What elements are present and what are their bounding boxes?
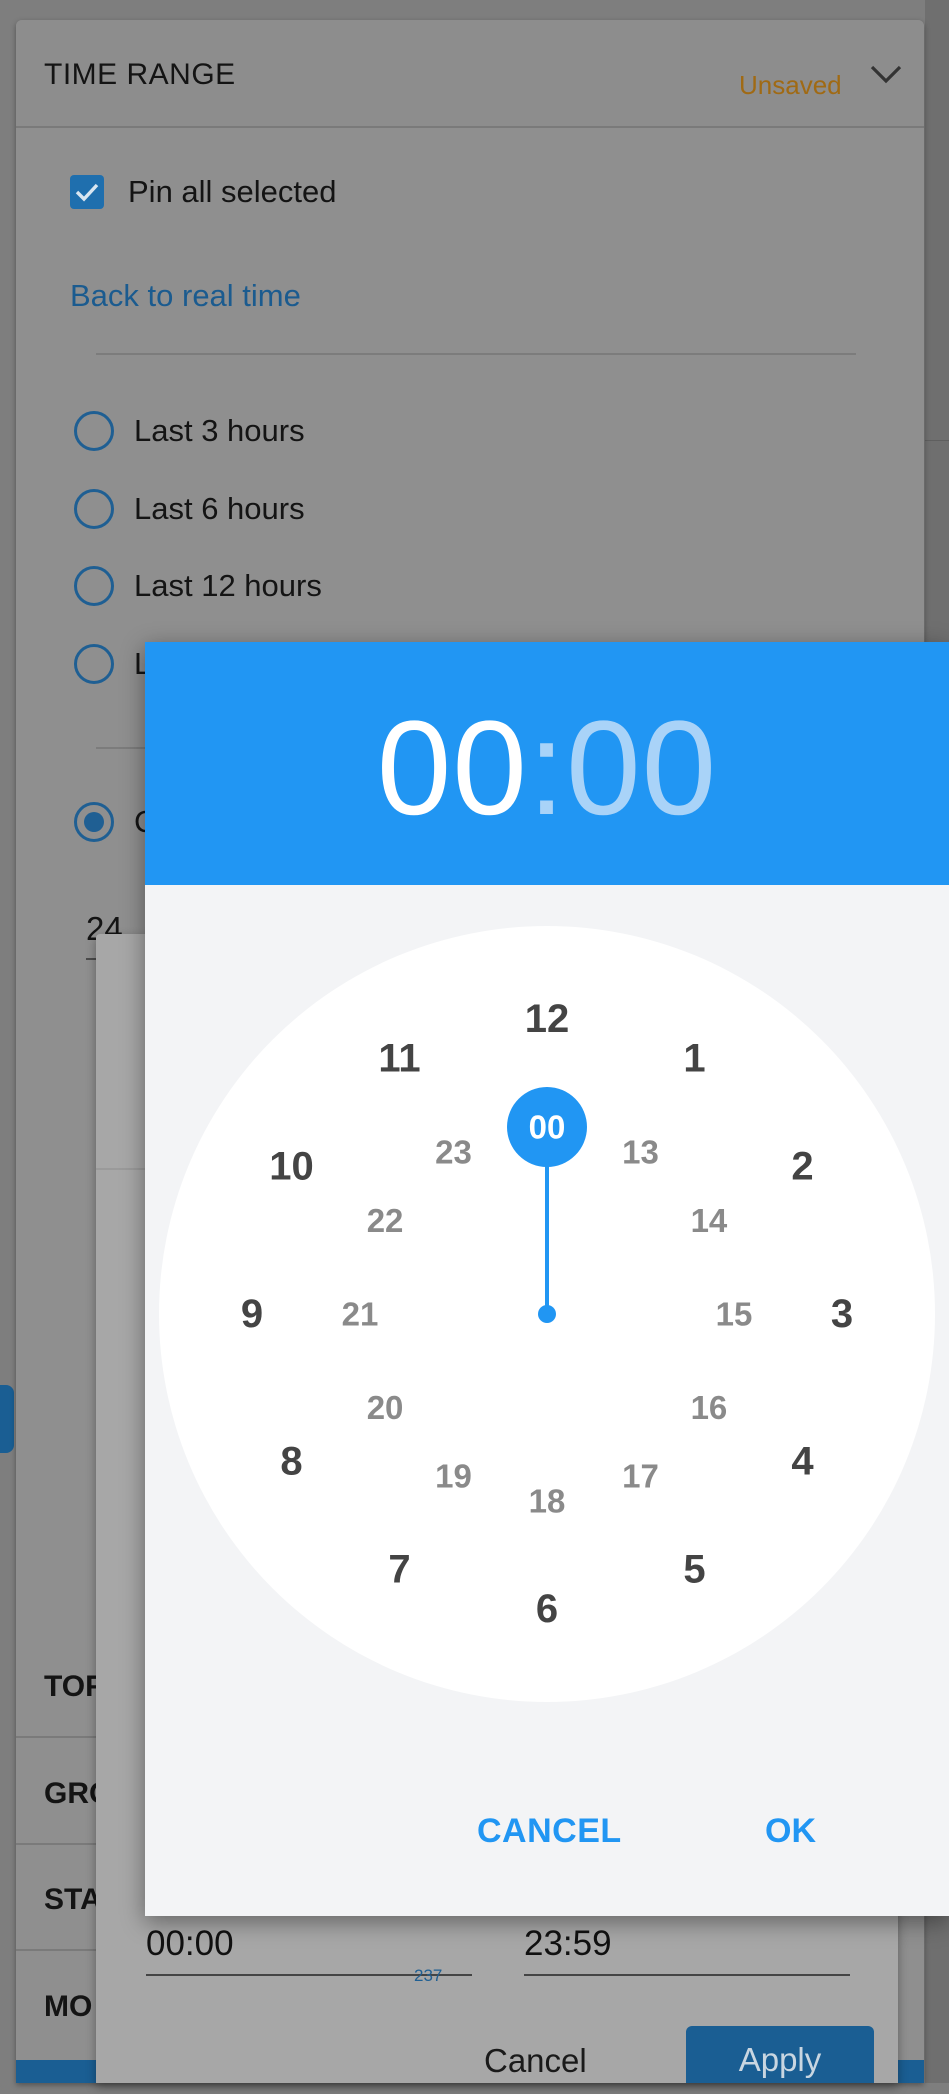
panel-title: TIME RANGE — [44, 58, 236, 91]
radio-button-selected[interactable] — [74, 802, 114, 842]
hour-inner-14[interactable]: 14 — [691, 1202, 728, 1239]
hour-outer-5[interactable]: 5 — [683, 1547, 705, 1591]
radio-button[interactable] — [74, 566, 114, 606]
hour-inner-16[interactable]: 16 — [691, 1389, 728, 1426]
radio-last-3-hours[interactable]: Last 3 hours — [74, 409, 305, 453]
clock-dial[interactable]: 121234567891011001314151617181920212223 — [159, 926, 935, 1702]
hour-inner-18[interactable]: 18 — [529, 1483, 566, 1520]
pin-all-checkbox[interactable] — [70, 175, 104, 209]
hour-inner-15[interactable]: 15 — [716, 1296, 753, 1333]
time-separator: : — [527, 694, 567, 843]
radio-last-6-hours[interactable]: Last 6 hours — [74, 487, 305, 531]
hour-inner-21[interactable]: 21 — [342, 1296, 379, 1333]
pin-all-checkbox-row[interactable]: Pin all selected — [70, 172, 337, 212]
hour-outer-3[interactable]: 3 — [831, 1292, 853, 1336]
hour-outer-11[interactable]: 11 — [378, 1037, 420, 1081]
radio-button[interactable] — [74, 489, 114, 529]
hour-inner-23[interactable]: 23 — [435, 1134, 472, 1171]
radio-label: Last 6 hours — [134, 491, 305, 526]
background-divider — [925, 440, 949, 441]
section-divider — [16, 1843, 96, 1845]
hour-outer-8[interactable]: 8 — [280, 1440, 302, 1484]
to-time-input[interactable]: 23:59 — [524, 1924, 612, 1964]
hour-outer-12[interactable]: 12 — [525, 997, 570, 1041]
section-label-status[interactable]: STA — [44, 1883, 102, 1917]
hour-outer-6[interactable]: 6 — [536, 1587, 558, 1631]
apply-button[interactable]: Apply — [686, 2026, 874, 2083]
section-divider — [16, 1949, 96, 1951]
radio-button[interactable] — [74, 411, 114, 451]
hour-display[interactable]: 00 — [377, 694, 528, 843]
hour-outer-1[interactable]: 1 — [683, 1037, 705, 1081]
slider-value-label: 237 — [414, 1966, 443, 1985]
pin-all-label: Pin all selected — [128, 174, 337, 209]
back-to-real-time-link[interactable]: Back to real time — [70, 278, 301, 314]
picker-cancel-button[interactable]: CANCEL — [477, 1812, 622, 1851]
to-time-underline — [524, 1974, 850, 1976]
hour-outer-7[interactable]: 7 — [388, 1547, 410, 1591]
section-label-mode[interactable]: MO — [44, 1990, 92, 2024]
side-tab-handle[interactable] — [0, 1385, 14, 1453]
hour-inner-19[interactable]: 19 — [435, 1457, 472, 1494]
hour-inner-13[interactable]: 13 — [622, 1134, 659, 1171]
hour-outer-9[interactable]: 9 — [241, 1292, 263, 1336]
radio-button[interactable] — [74, 644, 114, 684]
hour-outer-4[interactable]: 4 — [791, 1440, 814, 1484]
chevron-down-icon[interactable] — [868, 60, 904, 88]
radio-option-4[interactable]: L — [74, 642, 151, 686]
section-label-top[interactable]: TOF — [44, 1670, 103, 1704]
picker-ok-button[interactable]: OK — [765, 1812, 816, 1851]
selected-hour-inner-00[interactable]: 00 — [529, 1109, 566, 1146]
hour-outer-2[interactable]: 2 — [791, 1145, 813, 1189]
hour-inner-17[interactable]: 17 — [622, 1457, 659, 1494]
clock-face[interactable]: 12 1 2 3 4 5 6 7 8 9 10 11 00 13 14 15 16 17 18 19 20 21 22 23 — [159, 926, 935, 1702]
hour-outer-10[interactable]: 10 — [269, 1145, 314, 1189]
time-display: 00:00 — [145, 702, 949, 836]
hour-inner-20[interactable]: 20 — [367, 1389, 404, 1426]
hour-inner-22[interactable]: 22 — [367, 1202, 404, 1239]
cancel-button[interactable]: Cancel — [484, 2042, 587, 2080]
section-divider — [16, 1736, 96, 1738]
clock-center-dot — [538, 1305, 556, 1323]
time-picker-dialog: 00:00 12 1 2 3 4 5 6 7 8 9 10 11 00 13 14 15 16 17 18 19 20 2… — [145, 642, 949, 1916]
time-picker-header: 00:00 — [145, 642, 949, 885]
radio-label: Last 3 hours — [134, 413, 305, 448]
unsaved-status: Unsaved — [739, 70, 842, 100]
panel-header[interactable]: TIME RANGE Unsaved — [16, 20, 924, 128]
minute-display[interactable]: 00 — [566, 694, 717, 843]
from-time-input[interactable]: 00:00 — [146, 1924, 234, 1964]
check-icon — [75, 183, 99, 202]
section-divider — [96, 353, 856, 355]
radio-label: Last 12 hours — [134, 568, 322, 603]
radio-last-12-hours[interactable]: Last 12 hours — [74, 564, 322, 608]
